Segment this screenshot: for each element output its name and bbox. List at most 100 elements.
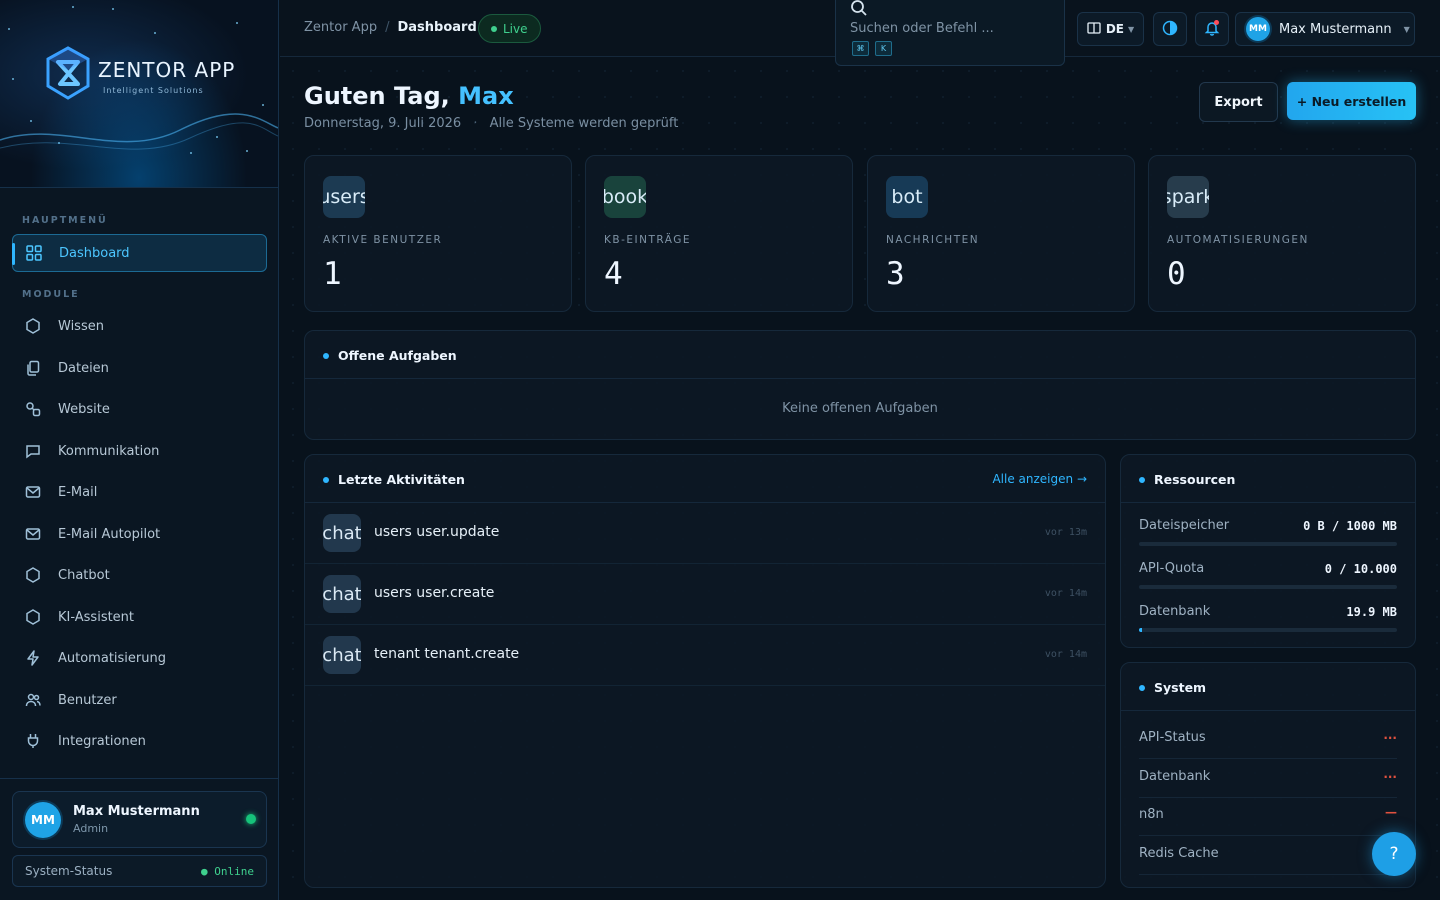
resource-row-api-quota: API-Quota 0 / 10.000 — [1139, 561, 1397, 601]
book-icon: book — [604, 176, 646, 218]
create-new-button[interactable]: + Neu erstellen — [1287, 82, 1416, 120]
chevron-down-icon: ▼ — [1403, 24, 1410, 34]
system-value: ... — [1383, 728, 1397, 742]
system-value: ... — [1383, 767, 1397, 781]
avatar: MM — [25, 802, 61, 838]
panel-title: System — [1139, 680, 1206, 695]
resource-label: API-Quota — [1139, 561, 1205, 576]
user-menu-button[interactable]: MM Max Mustermann ▼ — [1235, 12, 1415, 46]
resource-progress-bar — [1139, 542, 1397, 546]
brand-logo-icon — [46, 46, 90, 100]
online-indicator — [246, 814, 256, 824]
stat-card-automations[interactable]: spark AUTOMATISIERUNGEN 0 — [1148, 155, 1416, 312]
sidebar-item-email[interactable]: E-Mail — [12, 473, 267, 511]
title-dot — [323, 352, 329, 359]
view-all-link[interactable]: Alle anzeigen → — [992, 472, 1087, 486]
resources-panel: Ressourcen Dateispeicher 0 B / 1000 MB A… — [1120, 454, 1416, 648]
activity-row[interactable]: chat users user.create vor 14m — [305, 564, 1105, 625]
activity-text: tenant tenant.create — [374, 646, 520, 662]
tasks-empty-state: Keine offenen Aufgaben — [782, 401, 938, 416]
system-status-label: System-Status — [25, 864, 113, 878]
sidebar: ZENTOR APP Intelligent Solutions HAUPTME… — [0, 0, 279, 900]
book-icon — [1087, 21, 1101, 37]
spark-icon: spark — [1167, 176, 1209, 218]
sidebar-item-chatbot[interactable]: Chatbot — [12, 556, 267, 594]
resource-progress-bar — [1139, 628, 1397, 632]
activity-row[interactable]: chat users user.update vor 13m — [305, 503, 1105, 564]
system-status: System-Status ● Online — [12, 855, 267, 887]
search-input[interactable]: Suchen oder Befehl ... — [850, 21, 994, 36]
live-dot — [491, 25, 497, 32]
brand-wave — [0, 113, 278, 150]
language-button[interactable]: DE ▼ — [1077, 12, 1144, 46]
brand-banner: ZENTOR APP Intelligent Solutions — [0, 0, 278, 188]
panel-divider — [1121, 502, 1415, 503]
sidebar-item-email-autopilot[interactable]: E-Mail Autopilot — [12, 515, 267, 553]
sidebar-user-card[interactable]: MM Max Mustermann Admin — [12, 791, 267, 848]
sidebar-item-label: Dashboard — [59, 245, 130, 261]
files-icon — [24, 359, 42, 377]
activity-time: vor 14m — [1044, 649, 1087, 660]
system-status-value: ● Online — [201, 864, 254, 878]
sidebar-item-benutzer[interactable]: Benutzer — [12, 681, 267, 719]
title-dot — [1139, 684, 1145, 691]
sidebar-item-dashboard[interactable]: Dashboard — [12, 234, 267, 272]
user-role: Admin — [73, 822, 109, 835]
panel-title: Letzte Aktivitäten — [323, 472, 465, 487]
open-tasks-panel: Offene Aufgaben Keine offenen Aufgaben — [304, 330, 1416, 440]
sidebar-item-wissen[interactable]: Wissen — [12, 307, 267, 345]
chat-icon — [24, 442, 42, 460]
stat-card-users[interactable]: users AKTIVE BENUTZER 1 — [304, 155, 572, 312]
help-button[interactable]: ? — [1372, 832, 1416, 876]
system-label: n8n — [1139, 807, 1164, 822]
user-menu-name: Max Mustermann — [1279, 21, 1392, 37]
search-box[interactable]: Suchen oder Befehl ... ⌘ K — [835, 0, 1065, 66]
activity-text: users user.update — [374, 524, 500, 540]
page-subtitle: Donnerstag, 9. Juli 2026 · Alle Systeme … — [304, 116, 678, 131]
notifications-button[interactable] — [1195, 12, 1229, 46]
mail-icon — [24, 525, 42, 543]
sidebar-item-automatisierung[interactable]: Automatisierung — [12, 639, 267, 677]
stat-value: 4 — [604, 256, 623, 292]
panel-title: Offene Aufgaben — [323, 348, 457, 363]
hexagon-icon — [24, 566, 42, 584]
sidebar-item-label: E-Mail Autopilot — [58, 526, 161, 542]
section-main-label: HAUPTMENÜ — [22, 215, 108, 226]
chat-icon: chat — [323, 575, 361, 613]
system-row-api-status: API-Status ... — [1139, 720, 1397, 759]
export-button[interactable]: Export — [1199, 82, 1278, 122]
panel-title-text: Letzte Aktivitäten — [338, 472, 465, 487]
system-value: — — [1385, 805, 1397, 819]
activity-row[interactable]: chat tenant tenant.create vor 14m — [305, 625, 1105, 686]
panel-title-text: System — [1154, 680, 1207, 695]
panel-title-text: Offene Aufgaben — [338, 348, 457, 363]
stat-label: KB-EINTRÄGE — [604, 234, 692, 246]
shortcut-key-cmd: ⌘ — [852, 41, 869, 56]
activities-panel: Letzte Aktivitäten Alle anzeigen → chat … — [304, 454, 1106, 888]
contrast-icon — [1162, 20, 1178, 39]
resource-label: Datenbank — [1139, 604, 1211, 619]
sidebar-item-website[interactable]: Website — [12, 390, 267, 428]
breadcrumb-root[interactable]: Zentor App — [304, 20, 377, 35]
main-content: Guten Tag, Max Donnerstag, 9. Juli 2026 … — [280, 58, 1440, 900]
system-row-n8n: n8n — — [1139, 797, 1397, 836]
sidebar-item-label: Benutzer — [58, 692, 117, 708]
activity-time: vor 13m — [1044, 527, 1087, 538]
live-badge: Live — [478, 14, 541, 43]
theme-toggle-button[interactable] — [1153, 12, 1187, 46]
plug-icon — [24, 732, 42, 750]
chat-icon: chat — [323, 636, 361, 674]
sidebar-item-integrationen[interactable]: Integrationen — [12, 722, 267, 760]
user-name: Max Mustermann — [73, 804, 200, 819]
users-icon — [24, 691, 42, 709]
stat-card-kb[interactable]: book KB-EINTRÄGE 4 — [585, 155, 853, 312]
grid-icon — [25, 244, 43, 262]
breadcrumb: Zentor App / Dashboard — [304, 20, 477, 35]
resource-value: 19.9 MB — [1346, 605, 1397, 619]
chat-icon: chat — [323, 514, 361, 552]
current-date: Donnerstag, 9. Juli 2026 — [304, 116, 462, 131]
sidebar-item-ki-assistent[interactable]: KI-Assistent — [12, 598, 267, 636]
sidebar-item-kommunikation[interactable]: Kommunikation — [12, 432, 267, 470]
sidebar-item-dateien[interactable]: Dateien — [12, 349, 267, 387]
stat-card-messages[interactable]: bot NACHRICHTEN 3 — [867, 155, 1135, 312]
